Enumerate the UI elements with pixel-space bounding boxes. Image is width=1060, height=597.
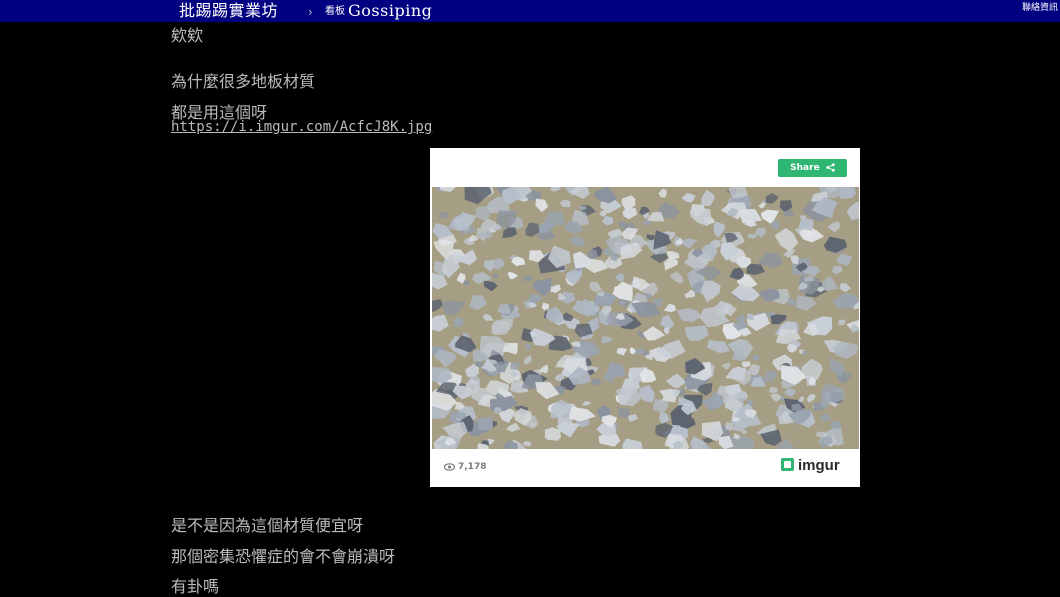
stone-chip (476, 417, 493, 431)
share-icon (826, 163, 835, 172)
view-count-value: 7,178 (458, 462, 487, 472)
floor-stone-image[interactable] (432, 187, 859, 449)
stone-chip (617, 407, 630, 419)
top-navigation-bar: 批踢踢實業坊 › 看板 Gossiping 聯絡資訊 (0, 0, 1060, 22)
share-label: Share (790, 163, 820, 173)
breadcrumb-separator: › (308, 5, 313, 19)
post-line-6: 有卦嗎 (171, 577, 220, 596)
post-line-2: 為什麼很多地板材質 (171, 72, 316, 91)
imgur-logo-icon (781, 458, 794, 471)
contact-info-link[interactable]: 聯絡資訊 (1022, 2, 1058, 14)
post-line-1: 欸欸 (171, 26, 204, 45)
site-title-link[interactable]: 批踢踢實業坊 (179, 0, 278, 22)
imgur-brand-text: imgur (798, 457, 840, 474)
post-line-4: 是不是因為這個材質便宜呀 (171, 516, 364, 535)
share-button[interactable]: Share (778, 159, 847, 177)
eye-icon (443, 462, 456, 471)
imgur-image-link[interactable]: https://i.imgur.com/AcfcJ8K.jpg (171, 118, 432, 136)
imgur-embed[interactable]: Share 7,178 imgur (430, 148, 860, 487)
view-count: 7,178 (443, 461, 487, 473)
imgur-logo[interactable]: imgur (781, 457, 840, 475)
post-line-5: 那個密集恐懼症的會不會崩潰呀 (171, 547, 396, 566)
board-name-link[interactable]: Gossiping (348, 0, 432, 22)
board-label: 看板 (325, 6, 345, 17)
